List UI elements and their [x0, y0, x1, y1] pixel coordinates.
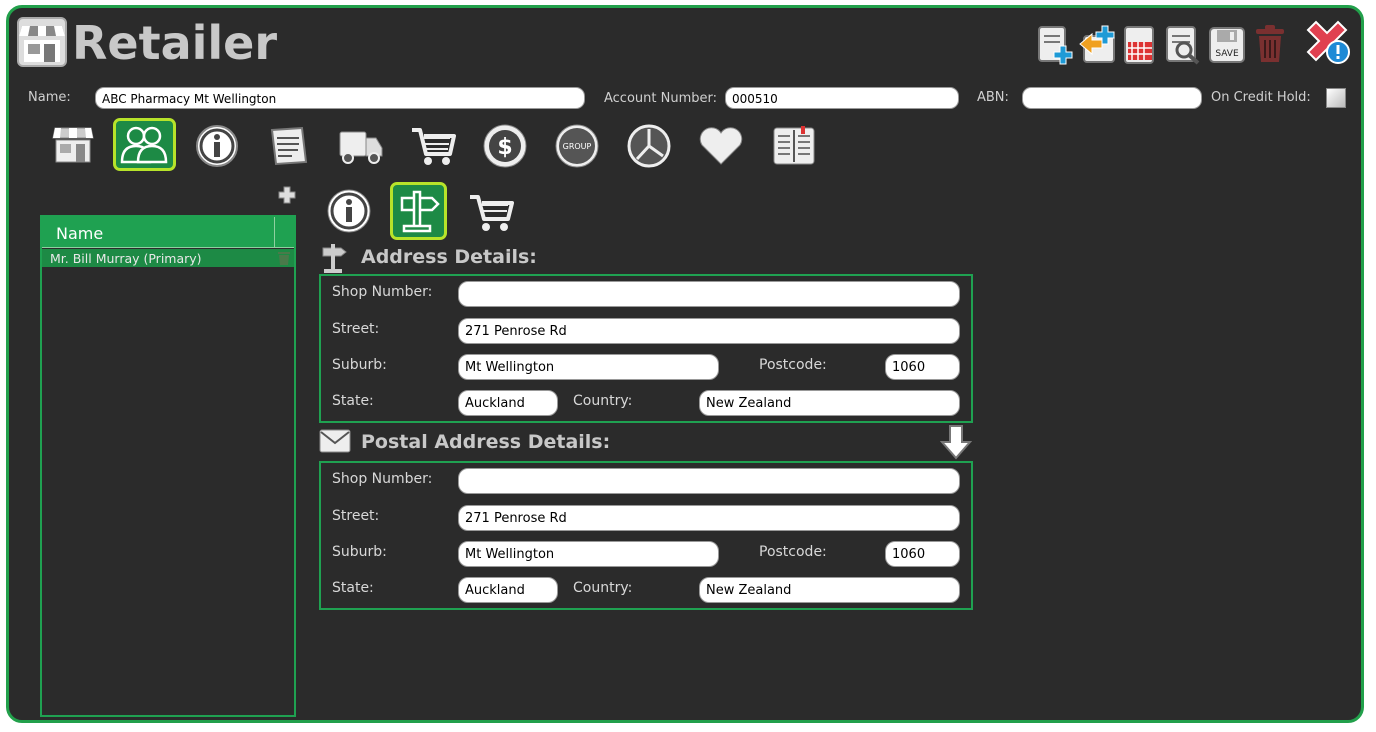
store-logo-icon [17, 17, 67, 67]
name-field[interactable]: ABC Pharmacy Mt Wellington [95, 87, 585, 109]
postal-shop-field[interactable] [458, 468, 960, 494]
address-suburb-field[interactable]: Mt Wellington [458, 354, 719, 380]
address-section-title: Address Details: [361, 246, 537, 268]
table-row[interactable]: Mr. Bill Murray (Primary) [42, 249, 294, 267]
contact-name-cell: Mr. Bill Murray (Primary) [50, 251, 202, 266]
address-postcode-field[interactable]: 1060 [885, 354, 960, 380]
delete-icon[interactable] [1252, 24, 1288, 64]
postal-street-field[interactable]: 271 Penrose Rd [458, 505, 960, 531]
calendar-icon[interactable] [1122, 24, 1158, 66]
address-suburb-label: Suburb: [332, 357, 387, 373]
postal-country-field[interactable]: New Zealand [699, 577, 960, 603]
favourites-tab-icon[interactable] [698, 126, 744, 166]
contacts-panel [40, 215, 296, 717]
address-shop-field[interactable] [458, 281, 960, 307]
reports-tab-icon[interactable] [626, 123, 672, 169]
postal-postcode-label: Postcode: [759, 544, 827, 560]
postal-state-label: State: [332, 580, 374, 596]
payments-tab-icon[interactable]: $ [482, 123, 528, 169]
svg-text:$: $ [497, 135, 512, 160]
postal-shop-label: Shop Number: [332, 471, 433, 487]
info-tab-icon[interactable] [194, 123, 240, 169]
address-country-label: Country: [573, 393, 633, 409]
postal-state-field[interactable]: Auckland [458, 577, 558, 603]
address-state-field[interactable]: Auckland [458, 390, 558, 416]
postal-postcode-field[interactable]: 1060 [885, 541, 960, 567]
row-delete-icon[interactable] [276, 250, 292, 266]
address-postcode-label: Postcode: [759, 357, 827, 373]
abn-field[interactable] [1022, 87, 1202, 109]
import-icon[interactable] [1078, 22, 1120, 66]
sub-address-tab-icon[interactable] [396, 188, 442, 234]
add-contact-icon[interactable] [278, 186, 296, 204]
copy-address-down-icon[interactable] [940, 424, 972, 460]
address-state-label: State: [332, 393, 374, 409]
column-header-name[interactable]: Name [56, 224, 103, 243]
group-tab-icon[interactable]: GROUP [554, 123, 600, 169]
sub-info-tab-icon[interactable] [326, 188, 372, 234]
postal-suburb-field[interactable]: Mt Wellington [458, 541, 719, 567]
contacts-tab-icon[interactable] [120, 124, 168, 164]
store-tab-icon[interactable] [52, 124, 94, 166]
credit-hold-checkbox[interactable] [1326, 88, 1346, 108]
address-street-field[interactable]: 271 Penrose Rd [458, 318, 960, 344]
svg-text:SAVE: SAVE [1215, 49, 1239, 59]
contacts-header: Name [42, 217, 294, 248]
column-divider [274, 217, 275, 248]
postal-suburb-label: Suburb: [332, 544, 387, 560]
account-number-label: Account Number: [604, 91, 717, 106]
delivery-tab-icon[interactable] [338, 126, 384, 166]
add-note-icon[interactable] [1036, 24, 1076, 66]
inspect-icon[interactable] [1164, 24, 1204, 66]
save-icon[interactable]: SAVE [1208, 26, 1246, 64]
postal-country-label: Country: [573, 580, 633, 596]
postal-street-label: Street: [332, 508, 380, 524]
notes-tab-icon[interactable] [266, 124, 310, 168]
signpost-icon [322, 244, 347, 273]
address-shop-label: Shop Number: [332, 284, 433, 300]
postal-section-title: Postal Address Details: [361, 431, 611, 453]
close-alert-icon[interactable] [1302, 20, 1352, 68]
catalogue-tab-icon[interactable] [771, 124, 817, 168]
page-title: Retailer [72, 16, 278, 70]
name-label: Name: [28, 90, 71, 105]
credit-hold-label: On Credit Hold: [1211, 90, 1311, 105]
sub-cart-tab-icon[interactable] [468, 192, 516, 234]
abn-label: ABN: [977, 90, 1009, 105]
address-country-field[interactable]: New Zealand [699, 390, 960, 416]
account-number-field[interactable]: 000510 [725, 87, 959, 109]
envelope-icon [319, 429, 351, 453]
address-street-label: Street: [332, 321, 380, 337]
svg-text:GROUP: GROUP [563, 142, 592, 151]
orders-tab-icon[interactable] [410, 124, 456, 168]
